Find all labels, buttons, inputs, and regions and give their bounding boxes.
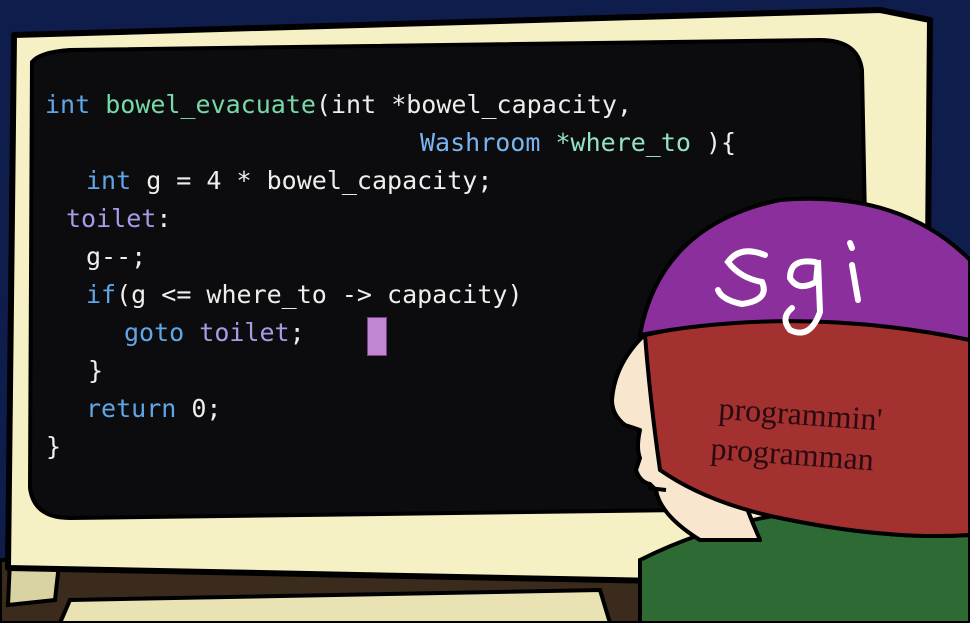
cartoon-scene bbox=[0, 0, 970, 623]
text-cursor bbox=[367, 317, 387, 356]
